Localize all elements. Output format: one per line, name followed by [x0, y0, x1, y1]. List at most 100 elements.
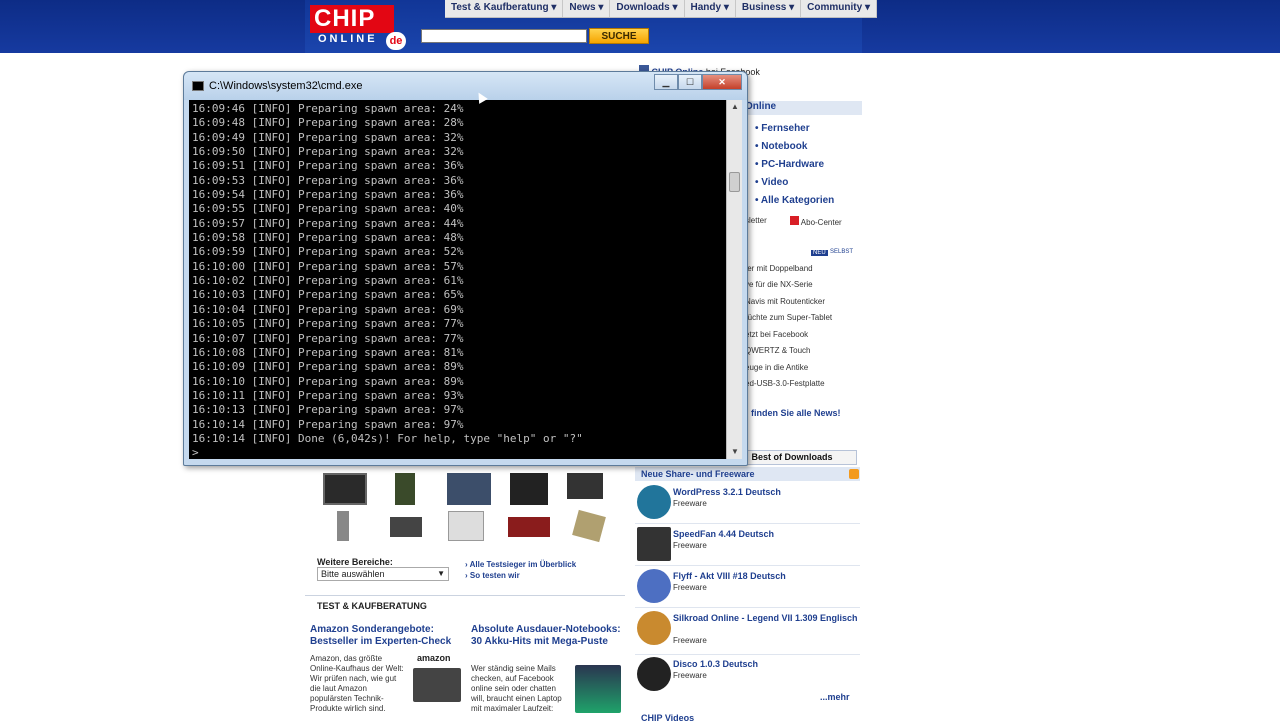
news-item[interactable]: Navis mit Routenticker [745, 297, 825, 306]
share-freeware-header[interactable]: Neue Share- und Freeware [635, 467, 860, 481]
so-testen-link[interactable]: › So testen wir [465, 571, 520, 580]
nav-downloads[interactable]: Downloads ▾ [610, 0, 685, 17]
printer-thumbnail[interactable] [448, 511, 484, 541]
download-item[interactable]: SpeedFan 4.44 Deutsch Freeware [635, 525, 860, 566]
console-line: 16:09:59 [INFO] Preparing spawn area: 52… [192, 245, 464, 259]
tv-thumbnail[interactable] [323, 473, 367, 505]
camera-thumbnail[interactable] [510, 473, 548, 505]
article-title-notebooks[interactable]: Absolute Ausdauer-Notebooks: 30 Akku-Hit… [471, 624, 621, 648]
disco-icon [637, 657, 671, 691]
news-item[interactable]: rüchte zum Super-Tablet [745, 313, 832, 322]
newsletter-link[interactable]: sletter [745, 216, 767, 225]
console-line: 16:10:11 [INFO] Preparing spawn area: 93… [192, 388, 464, 402]
abo-label: Abo-Center [800, 218, 842, 227]
logo-chip-text: CHIP [310, 5, 394, 33]
search-input[interactable] [421, 29, 587, 43]
nav-handy[interactable]: Handy ▾ [685, 0, 736, 17]
harddisk-thumbnail[interactable] [390, 517, 422, 537]
section-divider [305, 595, 625, 596]
download-item[interactable]: WordPress 3.2.1 Deutsch Freeware [635, 483, 860, 524]
download-type: Freeware [673, 583, 707, 592]
bereiche-select[interactable]: Bitte auswählen ▼ [317, 567, 449, 581]
amazon-logo: amazon [417, 653, 451, 663]
search-button[interactable]: SUCHE [589, 28, 649, 44]
console-line: 16:10:13 [INFO] Preparing spawn area: 97… [192, 403, 464, 417]
category-link[interactable]: • Alle Kategorien [755, 195, 834, 206]
category-link[interactable]: • Video [755, 177, 788, 188]
console-line: 16:09:55 [INFO] Preparing spawn area: 40… [192, 202, 464, 216]
nav-news-label: News [569, 2, 596, 13]
news-item[interactable]: QWERTZ & Touch [745, 346, 811, 355]
notebook-thumbnail[interactable] [447, 473, 491, 505]
news-item[interactable]: ve für die NX-Serie [745, 280, 813, 289]
console-line: 16:10:07 [INFO] Preparing spawn area: 77… [192, 331, 464, 345]
category-label: PC-Hardware [761, 159, 825, 170]
category-label: Alle Kategorien [760, 195, 835, 206]
cmd-titlebar[interactable]: C:\Windows\system32\cmd.exe ▁ ☐ ✕ [184, 72, 747, 100]
console-line: 16:10:09 [INFO] Preparing spawn area: 89… [192, 360, 464, 374]
download-item[interactable]: Flyff - Akt VIII #18 Deutsch Freeware [635, 567, 860, 608]
download-item[interactable]: Disco 1.0.3 Deutsch Freeware [635, 655, 860, 691]
testsieger-link[interactable]: › Alle Testsieger im Überblick [465, 560, 576, 569]
console-line: 16:09:48 [INFO] Preparing spawn area: 28… [192, 116, 464, 130]
amazon-products-image[interactable] [413, 668, 461, 702]
nav-test-label: Test & Kaufberatung [451, 2, 549, 13]
nav-community[interactable]: Community ▾ [801, 0, 877, 17]
console-line: 16:10:04 [INFO] Preparing spawn area: 69… [192, 302, 464, 316]
mp3-player-thumbnail[interactable] [337, 511, 349, 541]
chip-logo[interactable]: CHIP ONLINE de [310, 5, 406, 50]
cmd-scrollbar[interactable]: ▲ ▼ [726, 100, 742, 459]
category-link[interactable]: • Fernseher [755, 123, 810, 134]
nav-business[interactable]: Business ▾ [736, 0, 802, 17]
minimize-button[interactable]: ▁ [654, 74, 678, 90]
site-header: CHIP ONLINE de Test & Kaufberatung ▾ New… [305, 0, 877, 53]
scroll-up-arrow-icon[interactable]: ▲ [727, 100, 743, 114]
download-type: Freeware [673, 499, 707, 508]
chip-videos-header[interactable]: CHIP Videos [641, 713, 694, 723]
rss-icon[interactable] [849, 469, 859, 479]
category-link[interactable]: • PC-Hardware [755, 159, 824, 170]
download-item[interactable]: Silkroad Online - Legend VII 1.309 Engli… [635, 609, 860, 655]
graphics-card-thumbnail[interactable] [508, 517, 550, 537]
abo-center-link[interactable]: Abo-Center [790, 216, 842, 227]
console-line: 16:09:53 [INFO] Preparing spawn area: 36… [192, 173, 464, 187]
cmd-console[interactable]: 16:09:46 [INFO] Preparing spawn area: 24… [189, 100, 726, 459]
news-item[interactable]: euge in die Antike [745, 363, 808, 372]
console-line: 16:09:50 [INFO] Preparing spawn area: 32… [192, 145, 464, 159]
category-label: Fernseher [761, 123, 810, 134]
console-line: 16:09:58 [INFO] Preparing spawn area: 48… [192, 231, 464, 245]
select-value: Bitte auswählen [321, 569, 385, 579]
scroll-down-arrow-icon[interactable]: ▼ [727, 445, 743, 459]
maximize-button[interactable]: ☐ [678, 74, 702, 90]
tablet-thumbnail[interactable] [567, 473, 603, 499]
console-line: 16:09:57 [INFO] Preparing spawn area: 44… [192, 216, 464, 230]
nav-test[interactable]: Test & Kaufberatung ▾ [445, 0, 564, 17]
scroll-thumb[interactable] [729, 172, 740, 192]
nav-downloads-label: Downloads [616, 2, 670, 13]
news-item[interactable]: ter mit Doppelband [745, 264, 813, 273]
silkroad-icon [637, 611, 671, 645]
nav-news[interactable]: News ▾ [563, 0, 611, 17]
download-title: SpeedFan 4.44 Deutsch [673, 529, 775, 539]
cmd-window[interactable]: C:\Windows\system32\cmd.exe ▁ ☐ ✕ 16:09:… [183, 71, 748, 466]
category-label: Notebook [761, 141, 808, 152]
close-button[interactable]: ✕ [702, 74, 742, 90]
article-title-amazon[interactable]: Amazon Sonderangebote: Bestseller im Exp… [310, 624, 460, 648]
chevron-down-icon: ▼ [437, 569, 445, 578]
news-item[interactable]: ed-USB-3.0-Festplatte [745, 379, 825, 388]
console-line: 16:10:14 [INFO] Preparing spawn area: 97… [192, 417, 464, 431]
news-item[interactable]: etzt bei Facebook [745, 330, 808, 339]
notebook-image[interactable] [575, 665, 621, 713]
category-link[interactable]: • Notebook [755, 141, 807, 152]
phone-thumbnail[interactable] [395, 473, 415, 505]
more-link[interactable]: ...mehr [820, 692, 850, 702]
console-line: 16:10:10 [INFO] Preparing spawn area: 89… [192, 374, 464, 388]
cpu-thumbnail[interactable] [572, 509, 606, 543]
console-line: 16:10:02 [INFO] Preparing spawn area: 61… [192, 274, 464, 288]
download-type: Freeware [673, 541, 707, 550]
wordpress-icon [637, 485, 671, 519]
console-line: 16:09:49 [INFO] Preparing spawn area: 32… [192, 130, 464, 144]
all-news-link[interactable]: finden Sie alle News! [751, 408, 841, 418]
logo-de-badge: de [386, 32, 406, 50]
category-label: Video [761, 177, 789, 188]
